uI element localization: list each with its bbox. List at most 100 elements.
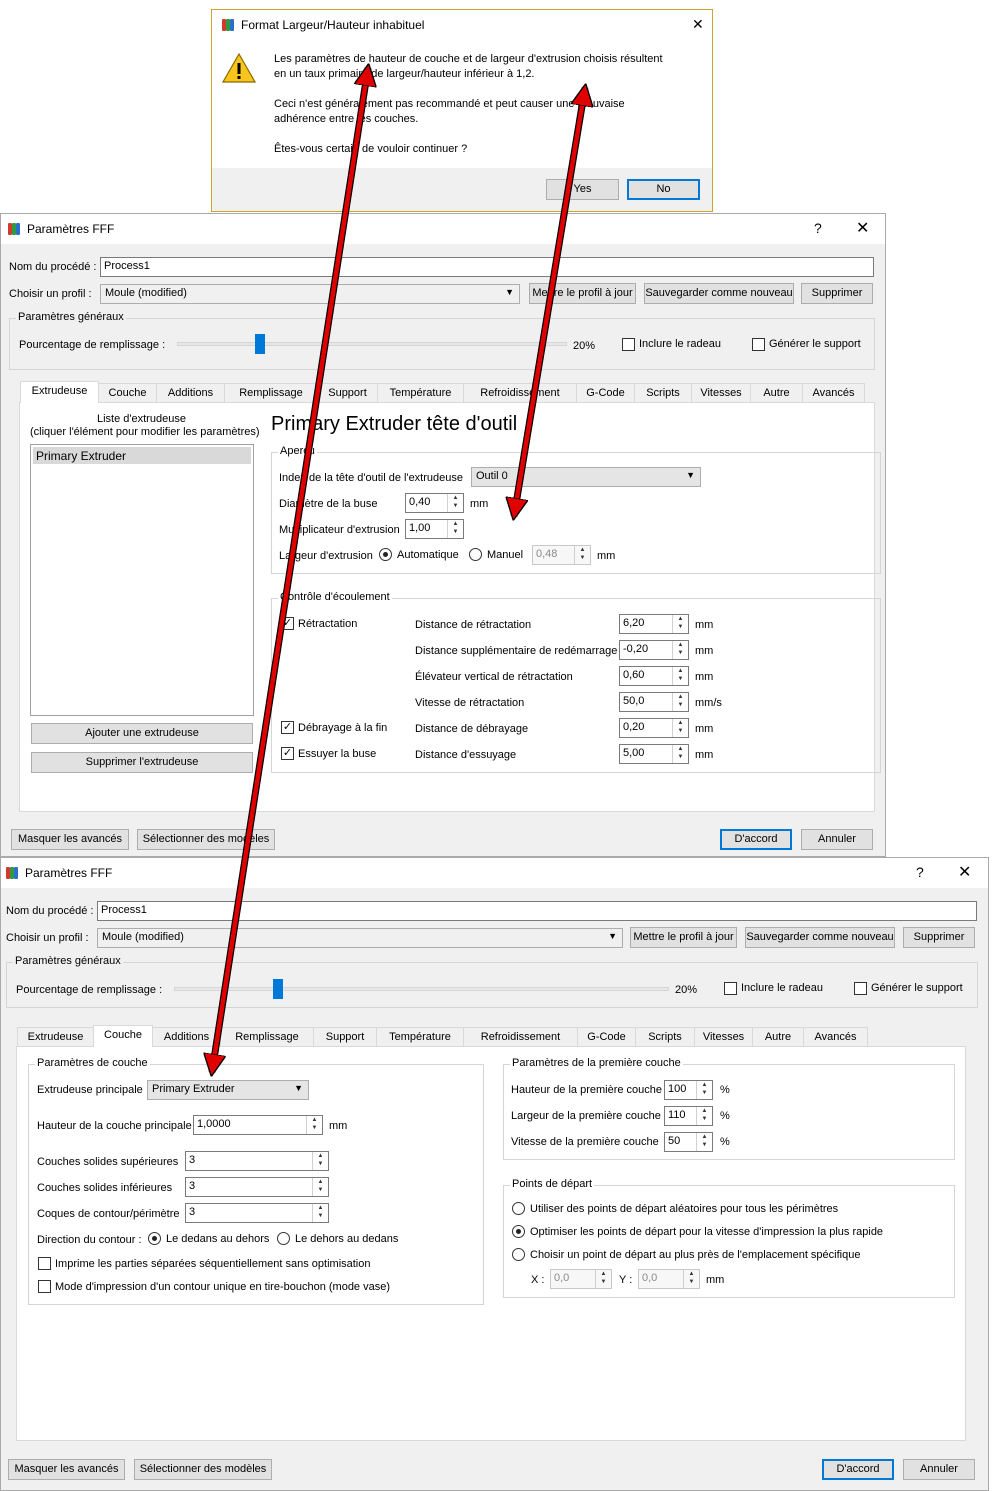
extrusion-multiplier-input[interactable]: 1,00 ▲ ▼ [405,519,464,539]
tab-6[interactable]: Température [377,383,464,403]
tab-12[interactable]: Avancés [803,1027,868,1047]
auto-width-radio[interactable] [379,548,392,561]
ok-button[interactable]: D'accord [720,829,792,850]
spin-arrows-icon[interactable]: ▲ ▼ [312,1152,328,1170]
spin-arrows-icon[interactable]: ▲ ▼ [447,520,463,538]
spin-arrows-icon[interactable]: ▲ ▼ [447,494,463,512]
close-button[interactable]: ✕ [856,218,869,238]
spin-arrows-icon[interactable]: ▲ ▼ [683,1270,699,1288]
print-islands-checkbox[interactable] [38,1257,51,1270]
raft-checkbox[interactable] [724,982,737,995]
extra-restart-input[interactable]: -0,20 ▲ ▼ [619,640,689,660]
bottom-layers-input[interactable]: 3 ▲ ▼ [185,1177,329,1197]
tab-9[interactable]: Scripts [634,383,692,403]
spin-arrows-icon[interactable]: ▲ ▼ [672,719,688,737]
cancel-button[interactable]: Annuler [801,829,873,850]
spin-arrows-icon[interactable]: ▲ ▼ [696,1133,712,1151]
tab-8[interactable]: G-Code [577,1027,636,1047]
perimeters-input[interactable]: 3 ▲ ▼ [185,1203,329,1223]
first-speed-input[interactable]: 50 ▲ ▼ [664,1132,713,1152]
tab-5[interactable]: Support [313,1027,377,1047]
spin-arrows-icon[interactable]: ▲ ▼ [696,1081,712,1099]
spin-arrows-icon[interactable]: ▲ ▼ [306,1116,322,1134]
tab-11[interactable]: Autre [750,383,803,403]
infill-slider-track[interactable] [177,342,567,346]
help-button[interactable]: ? [916,864,924,880]
wipe-checkbox[interactable]: ✓ [281,747,294,760]
tab-4[interactable]: Remplissage [220,1027,314,1047]
select-models-button[interactable]: Sélectionner des modèles [137,829,275,850]
remove-extruder-button[interactable]: Supprimer l'extrudeuse [31,752,253,773]
delete-profile-button[interactable]: Supprimer [903,927,975,948]
start-optimize-radio[interactable] [512,1225,525,1238]
tab-1[interactable]: Extrudeuse [17,1027,94,1047]
tab-4[interactable]: Remplissage [224,383,318,403]
tab-1[interactable]: Extrudeuse [20,381,99,403]
tab-10[interactable]: Vitesses [694,1027,753,1047]
spin-arrows-icon[interactable]: ▲ ▼ [312,1204,328,1222]
spin-arrows-icon[interactable]: ▲ ▼ [574,546,590,564]
yes-button[interactable]: Yes [546,179,619,200]
spin-arrows-icon[interactable]: ▲ ▼ [672,615,688,633]
layer-height-input[interactable]: 1,0000 ▲ ▼ [193,1115,323,1135]
support-checkbox[interactable] [752,338,765,351]
tab-3[interactable]: Additions [156,383,225,403]
first-height-input[interactable]: 100 ▲ ▼ [664,1080,713,1100]
select-models-button[interactable]: Sélectionner des modèles [134,1459,272,1480]
tab-9[interactable]: Scripts [635,1027,695,1047]
ok-button[interactable]: D'accord [822,1459,894,1480]
raft-checkbox[interactable] [622,338,635,351]
coast-checkbox[interactable]: ✓ [281,721,294,734]
tab-8[interactable]: G-Code [576,383,635,403]
add-extruder-button[interactable]: Ajouter une extrudeuse [31,723,253,744]
update-profile-button[interactable]: Mettre le profil à jour [630,927,737,948]
tab-11[interactable]: Autre [752,1027,804,1047]
spin-arrows-icon[interactable]: ▲ ▼ [672,693,688,711]
retraction-checkbox[interactable]: ✓ [281,617,294,630]
nozzle-diameter-input[interactable]: 0,40 ▲ ▼ [405,493,464,513]
inside-out-radio[interactable] [148,1232,161,1245]
spin-arrows-icon[interactable]: ▲ ▼ [696,1107,712,1125]
tab-2[interactable]: Couche [93,1025,153,1047]
update-profile-button[interactable]: Mettre le profil à jour [529,283,636,304]
tab-7[interactable]: Refroidissement [463,1027,578,1047]
z-lift-input[interactable]: 0,60 ▲ ▼ [619,666,689,686]
delete-profile-button[interactable]: Supprimer [801,283,873,304]
primary-extruder-select[interactable]: Primary Extruder ▼ [147,1080,309,1100]
support-checkbox[interactable] [854,982,867,995]
retract-speed-input[interactable]: 50,0 ▲ ▼ [619,692,689,712]
spin-arrows-icon[interactable]: ▲ ▼ [672,641,688,659]
tab-10[interactable]: Vitesses [691,383,751,403]
infill-slider-track[interactable] [174,987,669,991]
y-coordinate-input[interactable]: 0,0 ▲ ▼ [638,1269,700,1289]
profile-select[interactable]: Moule (modified) ▼ [97,928,623,948]
extruder-list[interactable]: Primary Extruder [30,444,254,716]
help-button[interactable]: ? [814,220,822,236]
tab-5[interactable]: Support [317,383,378,403]
extrusion-width-input[interactable]: 0,48 ▲ ▼ [532,545,591,565]
spin-arrows-icon[interactable]: ▲ ▼ [672,745,688,763]
wipe-distance-input[interactable]: 5,00 ▲ ▼ [619,744,689,764]
outside-in-radio[interactable] [277,1232,290,1245]
hide-advanced-button[interactable]: Masquer les avancés [8,1459,125,1480]
list-item[interactable]: Primary Extruder [33,447,251,464]
close-button[interactable]: ✕ [692,16,704,33]
infill-slider-handle[interactable] [273,979,283,999]
vase-mode-checkbox[interactable] [38,1280,51,1293]
process-name-input[interactable]: Process1 [97,901,977,921]
tab-6[interactable]: Température [376,1027,464,1047]
spin-arrows-icon[interactable]: ▲ ▼ [595,1270,611,1288]
no-button[interactable]: No [627,179,700,200]
spin-arrows-icon[interactable]: ▲ ▼ [312,1178,328,1196]
tab-7[interactable]: Refroidissement [463,383,577,403]
top-layers-input[interactable]: 3 ▲ ▼ [185,1151,329,1171]
hide-advanced-button[interactable]: Masquer les avancés [11,829,129,850]
spin-arrows-icon[interactable]: ▲ ▼ [672,667,688,685]
retract-distance-input[interactable]: 6,20 ▲ ▼ [619,614,689,634]
profile-select[interactable]: Moule (modified) ▼ [100,284,520,304]
start-random-radio[interactable] [512,1202,525,1215]
tab-3[interactable]: Additions [152,1027,221,1047]
process-name-input[interactable]: Process1 [100,257,874,277]
first-width-input[interactable]: 110 ▲ ▼ [664,1106,713,1126]
tab-2[interactable]: Couche [98,383,157,403]
